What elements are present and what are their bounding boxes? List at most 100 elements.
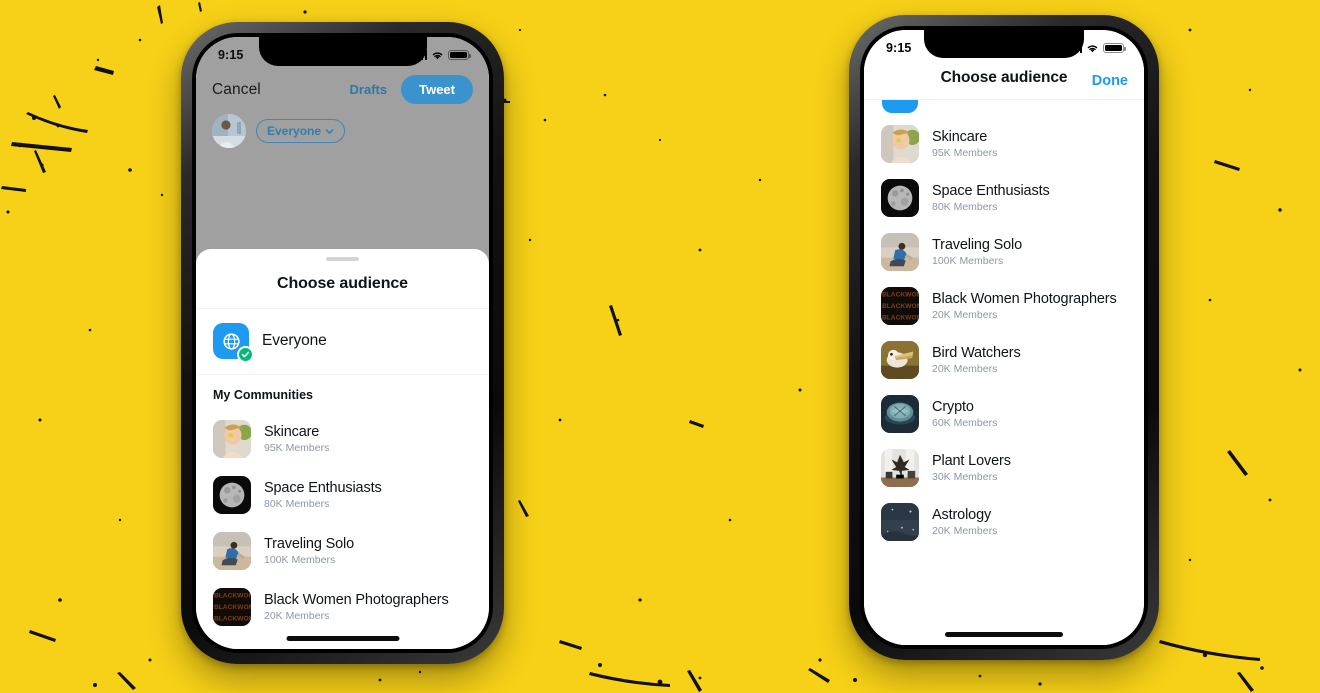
community-name: Astrology — [932, 506, 992, 523]
community-text: Skincare 95K Members — [932, 128, 997, 160]
community-member-count: 95K Members — [264, 442, 330, 454]
community-text: Black Women Photographers 20K Members — [932, 290, 1117, 322]
status-time: 9:15 — [886, 41, 912, 55]
status-time: 9:15 — [218, 48, 244, 62]
community-name: Traveling Solo — [932, 236, 1023, 253]
audience-selector-button[interactable]: Everyone — [256, 119, 346, 143]
community-member-count: 95K Members — [932, 147, 998, 159]
drafts-button[interactable]: Drafts — [350, 82, 388, 97]
notch — [924, 30, 1084, 58]
community-row[interactable]: Skincare 95K Members — [864, 117, 1144, 171]
bird-thumb — [881, 341, 919, 379]
phone-right-bezel: 9:15 Choose audience Done Skincare 95K M… — [860, 26, 1148, 649]
bwp-thumb: BLACKWOM BLACKWOM BLACKWOM — [881, 287, 919, 325]
community-member-count: 20K Members — [932, 363, 998, 375]
choose-audience-page: 9:15 Choose audience Done Skincare 95K M… — [864, 30, 1144, 645]
composer-toolbar: Cancel Drafts Tweet — [196, 69, 489, 112]
community-row[interactable]: Space Enthusiasts 80K Members — [864, 171, 1144, 225]
astrology-thumb — [881, 503, 919, 541]
home-indicator — [286, 636, 399, 641]
phone-left-bezel: 9:15 Cancel Drafts Tweet Everyone Choose… — [192, 33, 493, 653]
choose-audience-sheet: Choose audience Everyone My Communities … — [196, 249, 489, 649]
community-row[interactable]: Space Enthusiasts 80K Members — [196, 467, 489, 523]
composer-actions: Drafts Tweet — [350, 75, 473, 104]
community-row[interactable]: Astrology 20K Members — [864, 495, 1144, 549]
phone-left: 9:15 Cancel Drafts Tweet Everyone Choose… — [181, 22, 504, 664]
audience-pill-label: Everyone — [267, 124, 322, 138]
svg-text:BLACKWOM: BLACKWOM — [214, 615, 251, 622]
svg-text:BLACKWOM: BLACKWOM — [214, 593, 251, 600]
wifi-icon — [1087, 45, 1098, 53]
page-header: Choose audience Done — [864, 62, 1144, 99]
cancel-button[interactable]: Cancel — [212, 81, 261, 99]
community-member-count: 60K Members — [932, 417, 998, 429]
svg-text:BLACKWOM: BLACKWOM — [882, 292, 919, 299]
page-title: Choose audience — [940, 69, 1068, 86]
community-row[interactable]: BLACKWOM BLACKWOM BLACKWOM Black Women Phot… — [196, 579, 489, 635]
community-row[interactable]: Traveling Solo 100K Members — [196, 523, 489, 579]
community-row[interactable]: Plant Lovers 30K Members — [864, 441, 1144, 495]
community-member-count: 80K Members — [932, 201, 998, 213]
community-list-left[interactable]: Skincare 95K Members Space Enthusiasts 80K … — [196, 411, 489, 649]
everyone-label: Everyone — [262, 332, 327, 349]
my-communities-header: My Communities — [213, 388, 314, 402]
community-name: Skincare — [264, 423, 320, 440]
community-text: Space Enthusiasts 80K Members — [932, 182, 1050, 214]
community-name: Space Enthusiasts — [932, 182, 1050, 199]
everyone-icon-wrap — [213, 323, 254, 363]
community-name: Bird Watchers — [932, 344, 1021, 361]
traveler-thumb — [213, 532, 251, 570]
community-text: Black Women Photographers 20K Members — [264, 591, 449, 623]
community-text: Crypto 60K Members — [932, 398, 997, 430]
poster-canvas: 9:15 Cancel Drafts Tweet Everyone Choose… — [0, 0, 1320, 693]
wifi-icon — [432, 52, 443, 60]
community-list-right[interactable]: Skincare 95K Members Space Enthusiasts 80K … — [864, 100, 1144, 549]
composer-identity-row: Everyone — [196, 112, 489, 150]
moon-thumb — [881, 179, 919, 217]
audience-option-everyone[interactable]: Everyone — [196, 309, 489, 374]
done-button[interactable]: Done — [1092, 73, 1128, 89]
sheet-title: Choose audience — [277, 275, 408, 292]
svg-text:BLACKWOM: BLACKWOM — [214, 604, 251, 611]
community-text: Traveling Solo 100K Members — [264, 535, 354, 567]
check-icon — [237, 346, 254, 363]
community-member-count: 30K Members — [932, 471, 998, 483]
bwp-thumb: BLACKWOM BLACKWOM BLACKWOM — [213, 588, 251, 626]
tweet-button[interactable]: Tweet — [401, 75, 473, 104]
community-text: Astrology 20K Members — [932, 506, 997, 538]
community-row[interactable]: Crypto 60K Members — [864, 387, 1144, 441]
community-text: Skincare 95K Members — [264, 423, 329, 455]
community-name: Crypto — [932, 398, 974, 415]
community-name: Traveling Solo — [264, 535, 355, 552]
home-indicator — [945, 632, 1063, 637]
community-text: Traveling Solo 100K Members — [932, 236, 1022, 268]
phone-right: 9:15 Choose audience Done Skincare 95K M… — [849, 15, 1159, 660]
community-name: Black Women Photographers — [932, 290, 1117, 307]
community-row[interactable]: Skincare 95K Members — [196, 411, 489, 467]
battery-full-icon — [1103, 42, 1126, 54]
plants-thumb — [881, 449, 919, 487]
community-name: Skincare — [932, 128, 988, 145]
avatar[interactable] — [212, 114, 246, 148]
crypto-thumb — [881, 395, 919, 433]
scroll-area[interactable]: Skincare 95K Members Space Enthusiasts 80K … — [864, 100, 1144, 645]
community-row[interactable]: Bird Watchers 20K Members — [864, 333, 1144, 387]
community-text: Plant Lovers 30K Members — [932, 452, 1011, 484]
community-member-count: 100K Members — [264, 554, 336, 566]
scrolled-everyone-tile — [882, 100, 918, 113]
community-member-count: 20K Members — [264, 610, 330, 622]
community-member-count: 20K Members — [932, 525, 998, 537]
community-member-count: 80K Members — [264, 498, 330, 510]
community-name: Plant Lovers — [932, 452, 1011, 469]
notch — [258, 37, 427, 66]
community-row[interactable]: Traveling Solo 100K Members — [864, 225, 1144, 279]
community-name: Black Women Photographers — [264, 591, 449, 608]
community-row[interactable]: BLACKWOM BLACKWOM BLACKWOM Black Women Phot… — [864, 279, 1144, 333]
svg-text:BLACKWOM: BLACKWOM — [882, 303, 919, 310]
community-member-count: 100K Members — [932, 255, 1004, 267]
community-text: Bird Watchers 20K Members — [932, 344, 1021, 376]
community-text: Space Enthusiasts 80K Members — [264, 479, 382, 511]
moon-thumb — [213, 476, 251, 514]
skincare-thumb — [213, 420, 251, 458]
battery-full-icon — [448, 49, 471, 61]
